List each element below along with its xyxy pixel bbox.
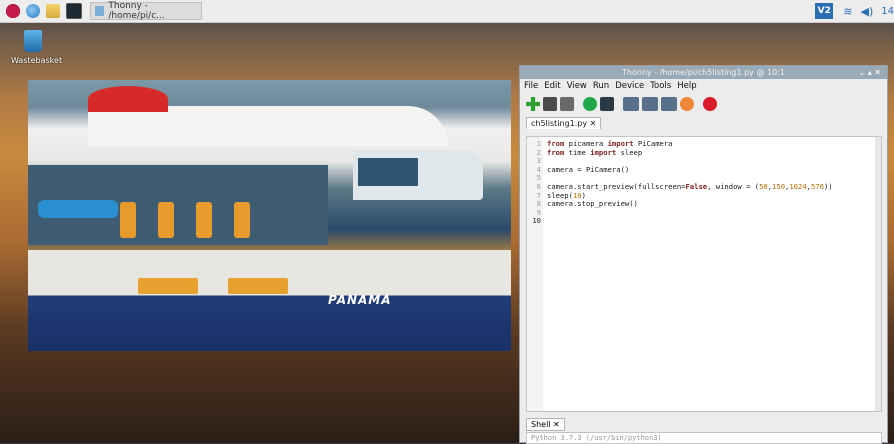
- code-line: 8 camera.stop_preview(): [536, 199, 638, 209]
- menu-device[interactable]: Device: [615, 81, 644, 91]
- open-file-icon[interactable]: [543, 97, 557, 111]
- ship-name: PANAMA: [328, 293, 392, 307]
- wifi-icon[interactable]: ≋: [843, 5, 852, 18]
- menu-edit[interactable]: Edit: [544, 81, 560, 91]
- file-manager-icon[interactable]: [46, 4, 60, 18]
- camera-preview: PANAMA: [28, 80, 511, 351]
- terminal-icon[interactable]: [66, 3, 82, 19]
- ship-pool: [38, 200, 118, 218]
- thonny-window: Thonny - /home/pi/ch5listing1.py @ 10:1 …: [519, 65, 888, 444]
- editor-scrollbar[interactable]: [875, 137, 881, 411]
- deck-chair: [234, 202, 250, 238]
- code-editor[interactable]: 1 from picamera import PiCamera 2 from tim…: [526, 136, 882, 412]
- cabin-bed: [228, 278, 288, 294]
- resume-icon[interactable]: [680, 97, 694, 111]
- ship-funnel: [88, 86, 168, 112]
- volume-icon[interactable]: ◀): [861, 5, 874, 18]
- ship-hull: [28, 250, 511, 351]
- deck-chair: [196, 202, 212, 238]
- stop-icon[interactable]: [703, 97, 717, 111]
- ship-upper-deck: [88, 106, 448, 146]
- system-tray: V2 ≋ ◀) 14: [815, 2, 894, 20]
- menubar: File Edit View Run Device Tools Help: [520, 79, 887, 93]
- taskbar: Thonny - /home/pi/c... V2 ≋ ◀) 14: [0, 0, 894, 23]
- save-file-icon[interactable]: [560, 97, 574, 111]
- code-line: 9: [536, 207, 541, 217]
- taskbar-thonny-label: Thonny - /home/pi/c...: [108, 1, 165, 21]
- vnc-icon[interactable]: V2: [815, 3, 834, 19]
- step-into-icon[interactable]: [642, 97, 658, 111]
- code-line: 2 from time import sleep: [536, 147, 643, 157]
- window-titlebar[interactable]: Thonny - /home/pi/ch5listing1.py @ 10:1 …: [520, 66, 887, 79]
- code-line: 10: [532, 216, 541, 226]
- wastebasket-icon[interactable]: [24, 30, 42, 52]
- editor-tabbar: ch5listing1.py ✕: [520, 115, 887, 129]
- thonny-icon: [95, 6, 105, 16]
- cabin-bed: [138, 278, 198, 294]
- step-over-icon[interactable]: [623, 97, 639, 111]
- menu-help[interactable]: Help: [677, 81, 696, 91]
- menu-file[interactable]: File: [524, 81, 538, 91]
- shell-panel[interactable]: Python 3.7.3 (/usr/bin/python3): [526, 432, 882, 444]
- wastebasket-label: Wastebasket: [11, 56, 63, 65]
- code-line: 4 camera = PiCamera(): [536, 164, 630, 174]
- window-controls[interactable]: ⌄ ▴ ✕: [858, 66, 881, 79]
- tab-shell[interactable]: Shell ✕: [526, 418, 565, 431]
- menu-view[interactable]: View: [567, 81, 587, 91]
- bridge-window: [358, 158, 418, 186]
- deck-chair: [158, 202, 174, 238]
- window-title: Thonny - /home/pi/ch5listing1.py @ 10:1: [622, 68, 785, 77]
- menu-run[interactable]: Run: [593, 81, 609, 91]
- raspberry-menu-icon[interactable]: [6, 4, 20, 18]
- browser-icon[interactable]: [26, 4, 40, 18]
- step-out-icon[interactable]: [661, 97, 677, 111]
- menu-tools[interactable]: Tools: [650, 81, 671, 91]
- taskbar-thonny-button[interactable]: Thonny - /home/pi/c...: [90, 1, 202, 21]
- toolbar: [520, 93, 887, 115]
- deck-chair: [120, 202, 136, 238]
- tab-ch5listing1[interactable]: ch5listing1.py ✕: [526, 117, 602, 129]
- clock[interactable]: 14: [881, 6, 894, 17]
- run-icon[interactable]: [583, 97, 597, 111]
- debug-icon[interactable]: [600, 97, 614, 111]
- new-file-icon[interactable]: [526, 97, 540, 111]
